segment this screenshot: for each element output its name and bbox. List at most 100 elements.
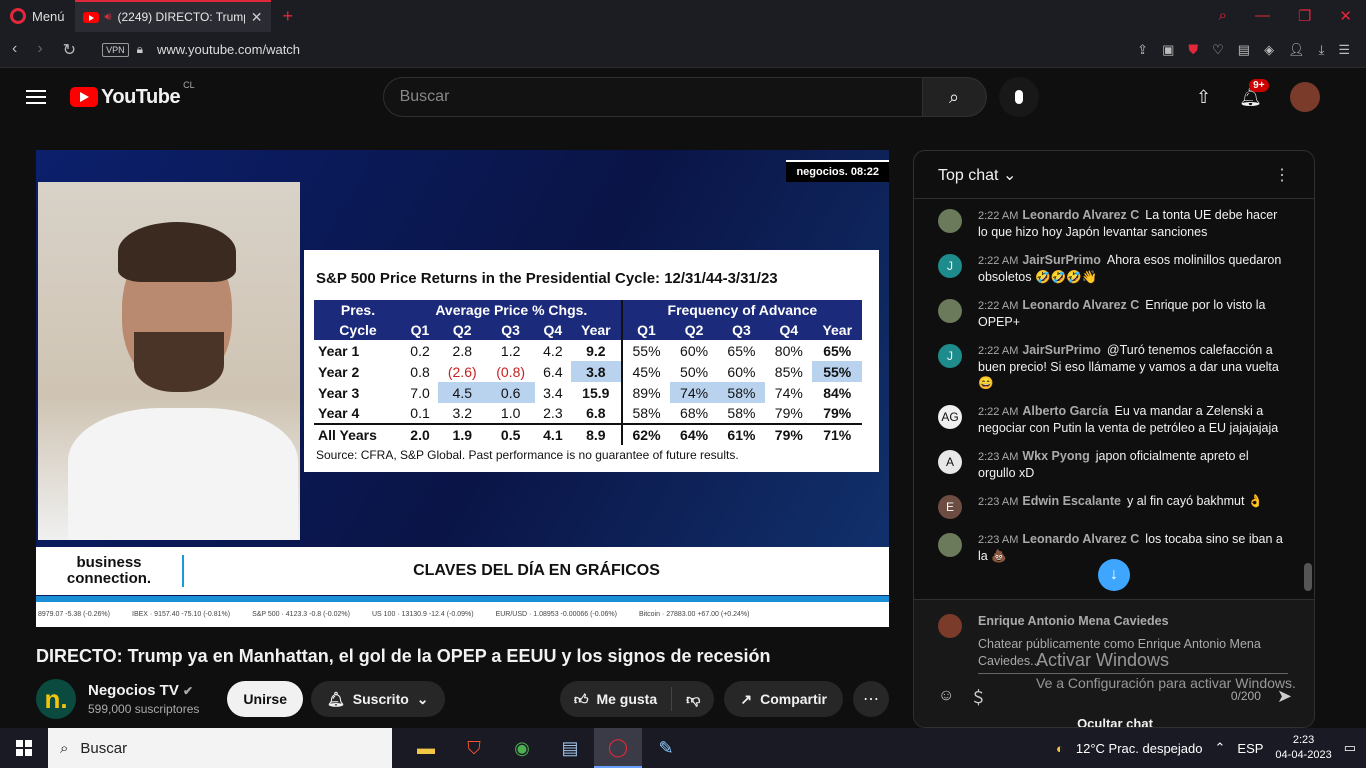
chat-author-name[interactable]: Leonardo Alvarez C: [1022, 532, 1139, 546]
chrome-icon[interactable]: ◉: [498, 728, 546, 768]
notifications-button[interactable]: 🔔︎ 9+: [1239, 78, 1269, 108]
chat-author-name[interactable]: Edwin Escalante: [1022, 494, 1121, 508]
voice-search-button[interactable]: [998, 77, 1039, 117]
youtube-logo[interactable]: YouTube CL: [70, 80, 195, 109]
chat-message[interactable]: J 2:22 AM JairSurPrimo @Turó tenemos calefa…: [914, 336, 1302, 397]
chat-message[interactable]: 2:22 AM Leonardo Alvarez C Enrique por lo …: [914, 291, 1302, 336]
url-field[interactable]: www.youtube.com/watch: [157, 42, 300, 57]
hide-chat-button[interactable]: Ocultar chat: [914, 716, 1314, 727]
ticker-item: EUR/USD · 1.08953 -0.00066 (-0.06%): [495, 611, 617, 618]
more-actions-button[interactable]: ⋯: [853, 681, 889, 717]
extensions-icon[interactable]: ▤: [1238, 42, 1250, 58]
menu-icon[interactable]: [26, 90, 46, 104]
chat-author-avatar[interactable]: [938, 299, 962, 323]
start-button[interactable]: [0, 728, 48, 768]
chat-message[interactable]: A 2:23 AM Wkx Pyong japon oficialmente apre…: [914, 442, 1302, 487]
channel-name[interactable]: Negocios TV ✔: [88, 682, 199, 699]
table-cell: 0.8: [410, 363, 430, 380]
brave-icon[interactable]: ⛉: [450, 728, 498, 768]
chat-author-avatar[interactable]: [938, 209, 962, 233]
reload-button[interactable]: ↻: [63, 40, 76, 60]
forward-button[interactable]: ›: [37, 40, 42, 60]
cube-icon[interactable]: ◈: [1264, 42, 1274, 58]
search-button[interactable]: ⌕: [922, 77, 987, 117]
chat-author-name[interactable]: Alberto García: [1022, 404, 1108, 418]
download-icon[interactable]: ⤓: [1319, 42, 1325, 58]
speaker-icon[interactable]: 🔊︎: [105, 11, 112, 24]
chat-author-avatar[interactable]: A: [938, 450, 962, 474]
chat-message[interactable]: 2:22 AM Leonardo Alvarez C La tonta UE deb…: [914, 201, 1302, 246]
search-icon: ⌕: [949, 86, 960, 107]
upload-icon[interactable]: ⇧: [1196, 87, 1211, 108]
back-button[interactable]: ‹: [12, 40, 17, 60]
share-page-icon[interactable]: ⇪: [1137, 42, 1148, 58]
chat-message[interactable]: E 2:23 AM Edwin Escalante y al fin cayó bak…: [914, 487, 1302, 525]
ticker-item: Bitcoin · 27883.00 +67.00 (+0.24%): [638, 611, 750, 618]
opera-menu-button[interactable]: Menú: [0, 0, 75, 32]
chat-message-list[interactable]: 2:22 AM Leonardo Alvarez C La tonta UE deb…: [914, 201, 1302, 597]
minimize-button[interactable]: —: [1255, 7, 1270, 25]
table-cell: 62%: [620, 423, 671, 445]
notifications-center-icon[interactable]: ▭: [1344, 740, 1356, 756]
search-input[interactable]: Buscar: [382, 77, 923, 117]
browser-tab-active[interactable]: 🔊︎ (2249) DIRECTO: Trump ✕: [74, 0, 271, 32]
chat-author-name[interactable]: Wkx Pyong: [1022, 449, 1089, 463]
search-icon: ⌕: [60, 739, 69, 757]
like-button[interactable]: 👍︎ Me gusta: [560, 687, 673, 711]
program-logo: business connection.: [36, 555, 184, 587]
notepad-icon[interactable]: ▤: [546, 728, 594, 768]
chat-author-avatar[interactable]: J: [938, 344, 962, 368]
chat-author-name[interactable]: JairSurPrimo: [1022, 253, 1101, 267]
easy-setup-icon[interactable]: ☰: [1338, 42, 1350, 58]
account-avatar[interactable]: [1290, 82, 1320, 112]
weather-text[interactable]: 12°C Prac. despejado: [1076, 741, 1203, 756]
chat-author-avatar[interactable]: J: [938, 254, 962, 278]
chat-message[interactable]: J 2:22 AM JairSurPrimo Ahora esos molinillo…: [914, 246, 1302, 291]
chat-author-avatar[interactable]: E: [938, 495, 962, 519]
chevron-up-icon[interactable]: ⌃: [1215, 740, 1226, 756]
table-cell: All Years: [314, 423, 402, 445]
language-indicator[interactable]: ESP: [1237, 741, 1263, 756]
adblock-icon[interactable]: ⛊: [1188, 42, 1198, 58]
new-tab-button[interactable]: +: [271, 6, 306, 27]
weather-icon[interactable]: ◐: [1056, 741, 1064, 756]
chat-author-name[interactable]: Leonardo Alvarez C: [1022, 208, 1139, 222]
snapshot-icon[interactable]: ▣: [1162, 42, 1174, 58]
dislike-button[interactable]: 👎︎: [672, 691, 714, 708]
video-player[interactable]: negocios. 08:22 S&P 500 Price Returns in…: [36, 150, 889, 627]
emoji-icon[interactable]: ☺: [938, 687, 954, 705]
file-explorer-icon[interactable]: ▬: [402, 728, 450, 768]
chat-message[interactable]: AG 2:22 AM Alberto García Eu va mandar a Ze…: [914, 397, 1302, 442]
chat-author-avatar[interactable]: AG: [938, 405, 962, 429]
maximize-button[interactable]: ❐: [1298, 7, 1311, 25]
table-cell: 8.9: [570, 423, 622, 445]
table-cell: 58%: [620, 403, 671, 424]
vpn-badge[interactable]: VPN: [102, 42, 129, 57]
opera-icon[interactable]: ◯: [594, 728, 642, 768]
verified-icon: ✔: [183, 684, 194, 698]
chat-scrollbar[interactable]: [1304, 563, 1312, 591]
profile-icon[interactable]: 👤︎: [1288, 42, 1305, 58]
join-button[interactable]: Unirse: [227, 681, 303, 717]
chat-author-name[interactable]: Leonardo Alvarez C: [1022, 298, 1139, 312]
subscribed-button[interactable]: 🔔︎ Suscrito ⌄: [310, 681, 445, 717]
chat-author-avatar[interactable]: [938, 533, 962, 557]
lock-icon[interactable]: 🔒︎: [137, 42, 143, 57]
tab-close-icon[interactable]: ✕: [251, 9, 263, 26]
close-window-button[interactable]: ✕: [1339, 7, 1352, 25]
channel-avatar[interactable]: n.: [36, 679, 76, 719]
heart-icon[interactable]: ♡: [1212, 42, 1224, 58]
menu-label: Menú: [32, 8, 65, 24]
clock[interactable]: 2:23 04-04-2023: [1275, 733, 1331, 763]
scroll-to-bottom-button[interactable]: ↓: [1098, 559, 1130, 591]
chat-author-name[interactable]: JairSurPrimo: [1022, 343, 1101, 357]
chat-mode-dropdown[interactable]: Top chat ⌄: [938, 165, 1016, 185]
search-tabs-icon[interactable]: ⌕: [1219, 7, 1227, 25]
paint-icon[interactable]: ✎: [642, 728, 690, 768]
youtube-logo-icon: [70, 87, 98, 107]
taskbar-search[interactable]: ⌕ Buscar: [48, 728, 392, 768]
presenter-image: [38, 182, 300, 540]
chat-more-icon[interactable]: ⋮: [1274, 165, 1290, 185]
share-button[interactable]: ↗ Compartir: [724, 681, 843, 717]
super-chat-icon[interactable]: ＄: [970, 684, 986, 708]
